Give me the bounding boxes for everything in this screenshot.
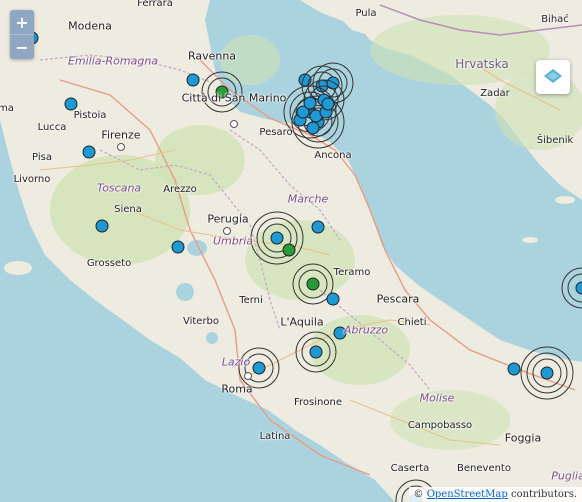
attribution-suffix: contributors. <box>510 489 577 500</box>
island <box>555 196 575 204</box>
earthquake-marker-blue[interactable] <box>311 220 325 234</box>
elba-island <box>4 261 32 275</box>
island <box>522 237 538 243</box>
lake-trasimeno <box>187 240 207 256</box>
label-pisa: Pisa <box>32 152 52 163</box>
label-terni: Terni <box>239 295 263 306</box>
attribution-prefix: © <box>413 489 424 500</box>
label-ferrara: Ferrara <box>137 0 173 9</box>
lake-bolsena <box>176 283 194 301</box>
label-abruzzo: Abruzzo <box>343 323 389 337</box>
earthquake-marker-blue[interactable] <box>95 219 109 233</box>
label-molise: Molise <box>419 391 455 405</box>
label-siena: Siena <box>114 204 142 215</box>
label-puglia: Puglia <box>551 469 582 483</box>
label-frosinone: Frosinone <box>294 397 342 408</box>
label-sibenik: Šibenik <box>536 135 574 146</box>
label-pescara: Pescara <box>376 292 420 306</box>
label-lucca: Lucca <box>37 122 67 133</box>
earthquake-marker-blue[interactable] <box>309 345 323 359</box>
city-dot-roma <box>244 372 252 380</box>
map-view[interactable]: Modena Ferrara Pula Bihać Ravenna Emilia… <box>0 0 582 502</box>
lake-bracciano <box>206 332 218 344</box>
label-zadar: Zadar <box>480 88 510 99</box>
label-chieti: Chieti <box>397 317 427 328</box>
zoom-in-button[interactable]: + <box>10 10 34 34</box>
label-ravenna: Ravenna <box>187 49 237 63</box>
label-caserta: Caserta <box>390 463 430 474</box>
base-map <box>0 0 582 502</box>
earthquake-marker-blue[interactable] <box>270 231 284 245</box>
label-foggia: Foggia <box>504 431 542 445</box>
label-fano: ma <box>0 103 14 114</box>
label-latina: Latina <box>259 431 291 442</box>
label-arezzo: Arezzo <box>163 184 197 195</box>
earthquake-marker-green[interactable] <box>282 243 296 257</box>
label-perugia: Perugia <box>207 212 249 226</box>
label-pula: Pula <box>355 8 377 19</box>
earthquake-marker-blue[interactable] <box>303 96 317 110</box>
label-livorno: Livorno <box>13 174 51 185</box>
earthquake-marker-blue[interactable] <box>321 97 335 111</box>
earthquake-marker-blue[interactable] <box>507 362 521 376</box>
label-lazio: Lazio <box>221 355 251 369</box>
earthquake-marker-blue[interactable] <box>82 145 96 159</box>
label-grosseto: Grosseto <box>86 258 132 269</box>
earthquake-marker-blue[interactable] <box>540 366 554 380</box>
openstreetmap-link[interactable]: OpenStreetMap <box>427 489 508 500</box>
label-campobasso: Campobasso <box>407 420 473 431</box>
attribution: © OpenStreetMap contributors. <box>408 487 582 502</box>
earthquake-marker-blue[interactable] <box>252 361 266 375</box>
label-toscana: Toscana <box>96 181 142 195</box>
label-firenze: Firenze <box>101 128 141 142</box>
label-benevento: Benevento <box>457 463 511 474</box>
label-bihac: Bihać <box>541 14 569 25</box>
label-marche: Marche <box>287 192 329 206</box>
label-emilia-romagna: Emilia-Romagna <box>67 54 159 68</box>
label-pistoia: Pistoia <box>73 110 107 121</box>
label-san-marino: Città di San Marino <box>181 91 287 105</box>
label-modena: Modena <box>68 19 112 33</box>
earthquake-marker-blue[interactable] <box>326 292 340 306</box>
label-aquila: L'Aquila <box>280 315 324 329</box>
city-dot-san-marino <box>230 120 238 128</box>
earthquake-marker-blue[interactable] <box>171 240 185 254</box>
earthquake-marker-green[interactable] <box>306 277 320 291</box>
layers-button[interactable] <box>536 60 570 94</box>
layers-icon <box>544 69 562 83</box>
label-pesaro: Pesaro <box>259 127 293 138</box>
earthquake-marker-blue[interactable] <box>64 97 78 111</box>
zoom-control: + − <box>10 10 34 59</box>
earthquake-marker-blue[interactable] <box>186 73 200 87</box>
earthquake-marker-blue[interactable] <box>306 121 320 135</box>
label-viterbo: Viterbo <box>182 316 220 327</box>
city-dot-perugia <box>223 227 231 235</box>
earthquake-marker-blue[interactable] <box>575 281 582 295</box>
label-hrvatska: Hrvatska <box>455 57 509 71</box>
label-ancona: Ancona <box>314 150 352 161</box>
zoom-out-button[interactable]: − <box>10 34 34 59</box>
city-dot-firenze <box>117 143 125 151</box>
label-teramo: Teramo <box>333 267 371 278</box>
label-umbria: Umbria <box>212 234 254 248</box>
label-roma: Roma <box>221 382 253 396</box>
